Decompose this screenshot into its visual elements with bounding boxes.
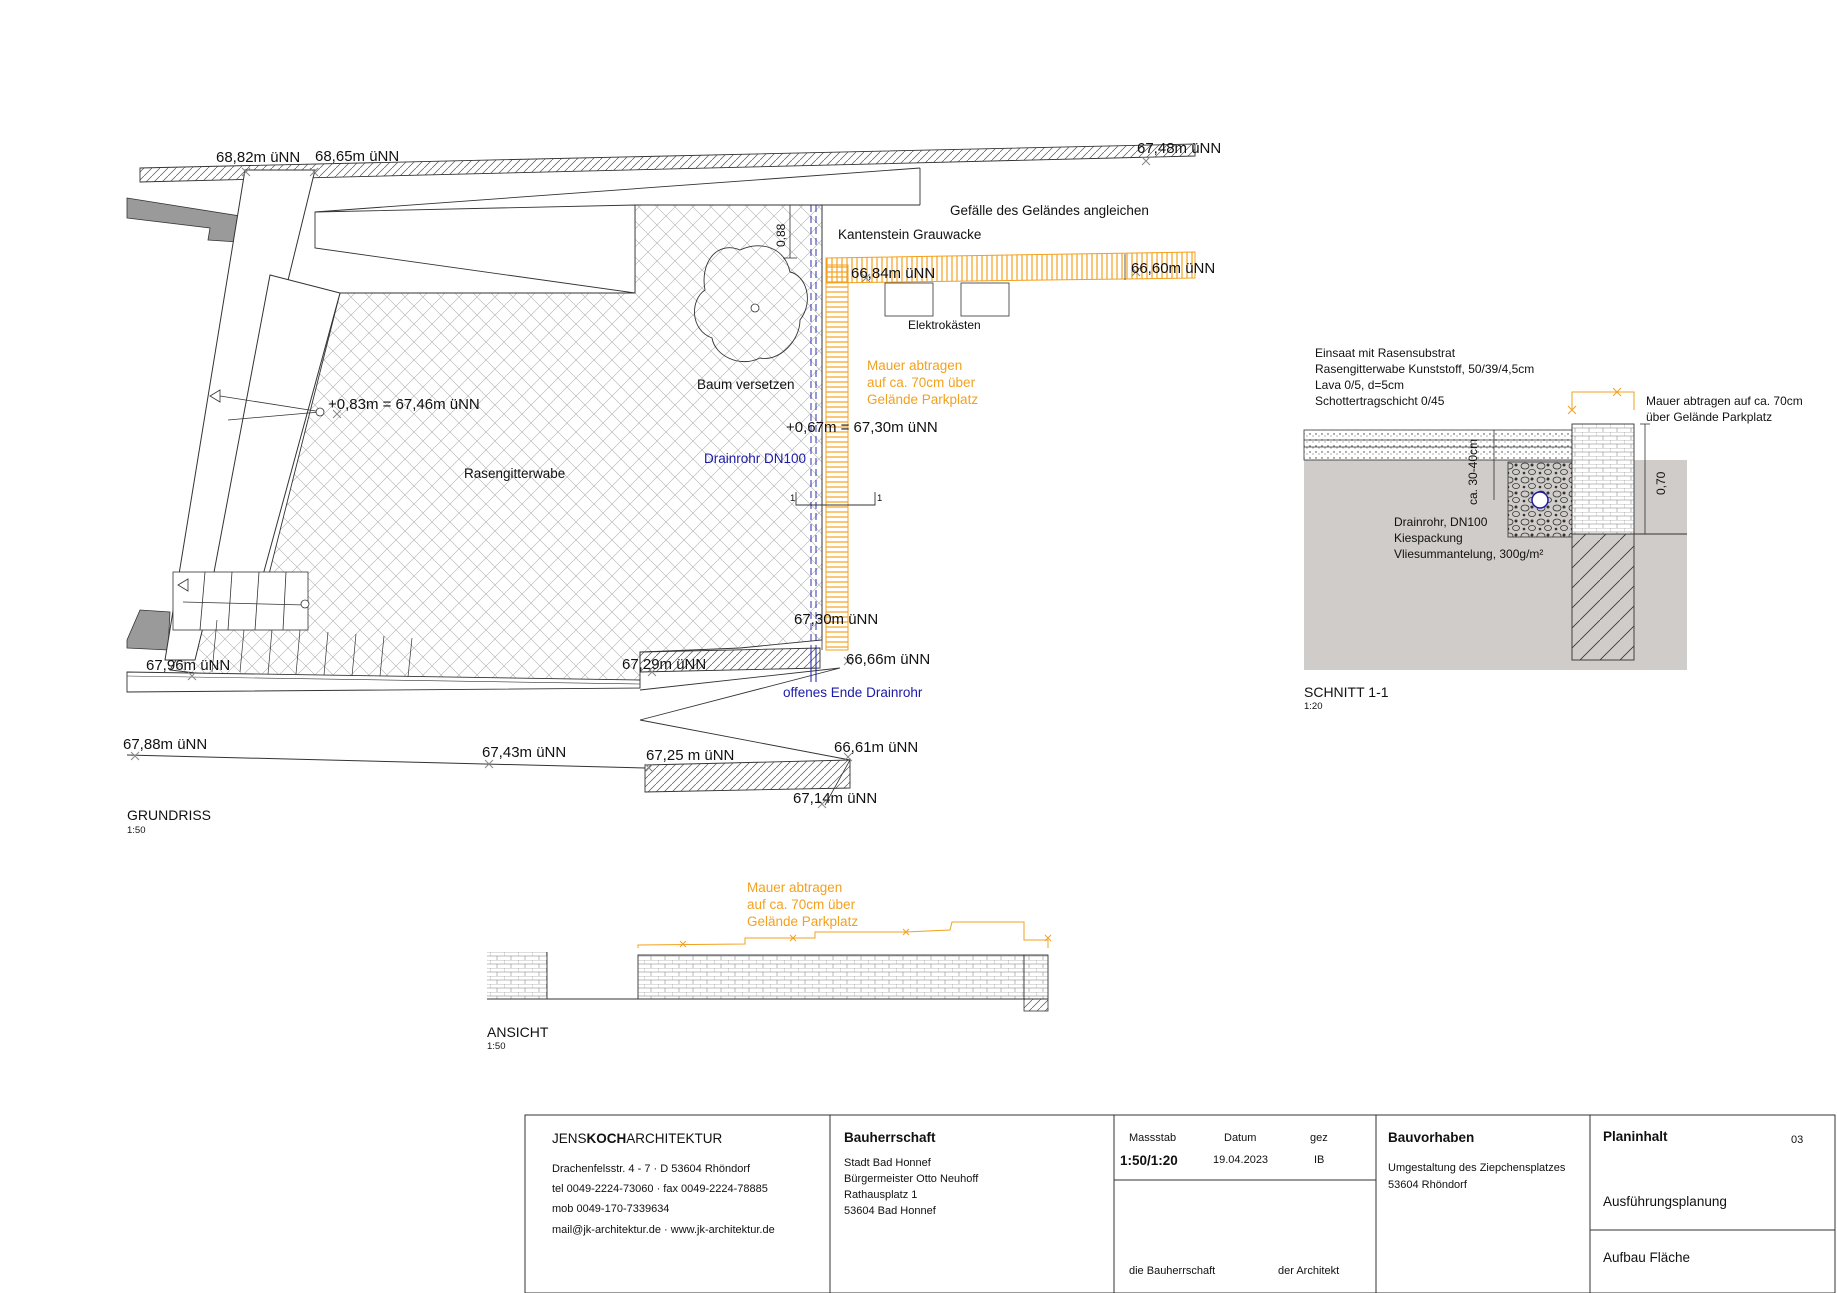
level-67-25: 67,25 m üNN [646, 747, 734, 764]
bauherr-line-4: 53604 Bad Honnef [844, 1205, 937, 1217]
level-67-14: 67,14m üNN [793, 790, 877, 807]
schnitt-drain-3: Vliesummantelung, 300g/m² [1394, 547, 1543, 561]
grundriss-plan: 68,82m üNN 68,65m üNN 67,48m üNN Gefälle… [123, 140, 1221, 836]
drain-pipe [1531, 491, 1549, 509]
datum-value: 19.04.2023 [1213, 1154, 1268, 1166]
massstab-heading: Massstab [1129, 1132, 1176, 1144]
schnitt-title: SCHNITT 1-1 [1304, 684, 1389, 700]
label-rasengitterwabe: Rasengitterwabe [464, 466, 565, 481]
ansicht-scale: 1:50 [487, 1041, 506, 1052]
schnitt-surface-layer [1303, 429, 1573, 461]
vorhaben-line-2: 53604 Rhöndorf [1388, 1179, 1468, 1191]
schnitt-wall-lower [1571, 533, 1635, 661]
schnitt-orange-marker [1571, 391, 1635, 410]
firm-name: JENSKOCHARCHITEKTUR [552, 1131, 723, 1146]
sign-architekt: der Architekt [1278, 1265, 1339, 1277]
bauherr-line-3: Rathausplatz 1 [844, 1189, 917, 1201]
ansicht-wall-main [637, 954, 1025, 1000]
planinhalt-heading: Planinhalt [1603, 1129, 1668, 1144]
bauherr-line-2: Bürgermeister Otto Neuhoff [844, 1173, 979, 1185]
orange-wall-vertical [825, 264, 849, 651]
level-67-88: 67,88m üNN [123, 736, 207, 753]
grundriss-scale: 1:50 [127, 825, 146, 836]
level-66-61: 66,61m üNN [834, 739, 918, 756]
layer-rasengitterwabe: Rasengitterwabe Kunststoff, 50/39/4,5cm [1315, 362, 1534, 376]
label-offenes-ende: offenes Ende Drainrohr [783, 685, 923, 700]
dim-depth: ca. 30-40cm [1466, 439, 1480, 505]
ansicht-mauer-3: Gelände Parkplatz [747, 914, 858, 929]
datum-heading: Datum [1224, 1132, 1256, 1144]
section-mark-left: 1 [790, 493, 795, 504]
label-kantenstein: Kantenstein Grauwacke [838, 227, 981, 242]
grey-wall-top-left [126, 197, 241, 243]
gez-value: IB [1314, 1154, 1324, 1166]
level-66-84: 66,84m üNN [851, 265, 935, 282]
firm-phone: tel 0049-2224-73060 · fax 0049-2224-7888… [552, 1183, 768, 1195]
label-drainrohr: Drainrohr DN100 [704, 451, 806, 466]
ansicht-elevation: Mauer abtragen auf ca. 70cm über Gelände… [487, 880, 1052, 1052]
bauherr-line-1: Stadt Bad Honnef [844, 1157, 932, 1169]
level-67-43: 67,43m üNN [482, 744, 566, 761]
vorhaben-line-1: Umgestaltung des Ziepchensplatzes [1388, 1162, 1566, 1174]
label-mauer-abtragen-3: Gelände Parkplatz [867, 392, 978, 407]
massstab-value: 1:50/1:20 [1120, 1153, 1178, 1168]
level-67-48: 67,48m üNN [1137, 140, 1221, 157]
ansicht-foundation [1023, 998, 1049, 1012]
schnitt-section: Einsaat mit Rasensubstrat Rasengitterwab… [1303, 346, 1803, 712]
level-0-67: +0,67m = 67,30m üNN [786, 419, 938, 436]
label-mauer-abtragen-2: auf ca. 70cm über [867, 375, 976, 390]
label-mauer-abtragen-1: Mauer abtragen [867, 358, 962, 373]
sign-bauherrschaft: die Bauherrschaft [1129, 1265, 1215, 1277]
grey-wall-bottom-left [126, 609, 171, 651]
layer-lava: Lava 0/5, d=5cm [1315, 378, 1404, 392]
schnitt-drain-1: Drainrohr, DN100 [1394, 515, 1488, 529]
label-gefaelle: Gefälle des Geländes angleichen [950, 203, 1149, 218]
lower-hatched-band [644, 759, 851, 793]
title-block: JENSKOCHARCHITEKTUR Drachenfelsstr. 4 - … [524, 1114, 1836, 1293]
planinhalt-line-2: Aufbau Fläche [1603, 1250, 1690, 1265]
level-0-83: +0,83m = 67,46m üNN [328, 396, 480, 413]
dim-0-88: 0,88 [774, 223, 788, 247]
level-67-30: 67,30m üNN [794, 611, 878, 628]
level-68-65: 68,65m üNN [315, 148, 399, 165]
label-baum: Baum versetzen [697, 377, 795, 392]
ansicht-wall-end [1023, 954, 1049, 1000]
dim-0-70: 0,70 [1654, 471, 1668, 495]
level-68-82: 68,82m üNN [216, 149, 300, 166]
plan-number: 03 [1791, 1134, 1803, 1146]
planinhalt-line-1: Ausführungsplanung [1603, 1194, 1727, 1209]
gez-heading: gez [1310, 1132, 1328, 1144]
label-elektrokaesten: Elektrokästen [908, 318, 981, 332]
layer-schotter: Schottertragschicht 0/45 [1315, 394, 1445, 408]
grundriss-title: GRUNDRISS [127, 807, 211, 823]
schnitt-scale: 1:20 [1304, 701, 1323, 712]
ansicht-title: ANSICHT [487, 1024, 549, 1040]
elektrokasten-2 [960, 282, 1010, 317]
schnitt-wall-upper [1571, 423, 1635, 535]
plan-sheet: 68,82m üNN 68,65m üNN 67,48m üNN Gefälle… [123, 140, 1836, 1293]
ansicht-mauer-2: auf ca. 70cm über [747, 897, 856, 912]
ansicht-wall-left [487, 952, 547, 999]
schnitt-mauer-note-1: Mauer abtragen auf ca. 70cm [1646, 394, 1803, 408]
firm-address: Drachenfelsstr. 4 - 7 · D 53604 Rhöndorf [552, 1163, 751, 1175]
schnitt-mauer-note-2: über Gelände Parkplatz [1646, 410, 1772, 424]
schnitt-drain-2: Kiespackung [1394, 531, 1463, 545]
level-67-96: 67,96m üNN [146, 657, 230, 674]
level-66-66: 66,66m üNN [846, 651, 930, 668]
vorhaben-heading: Bauvorhaben [1388, 1130, 1474, 1145]
ansicht-mauer-1: Mauer abtragen [747, 880, 842, 895]
level-66-60: 66,60m üNN [1131, 260, 1215, 277]
level-67-29: 67,29m üNN [622, 656, 706, 673]
stairs [172, 571, 310, 631]
section-mark-right: 1 [877, 493, 882, 504]
firm-email: mail@jk-architektur.de · www.jk-architek… [552, 1224, 775, 1236]
layer-einsaat: Einsaat mit Rasensubstrat [1315, 346, 1456, 360]
firm-mobile: mob 0049-170-7339634 [552, 1203, 669, 1215]
elektrokasten-1 [884, 282, 934, 317]
top-wedge [314, 204, 636, 294]
bauherr-heading: Bauherrschaft [844, 1130, 936, 1145]
